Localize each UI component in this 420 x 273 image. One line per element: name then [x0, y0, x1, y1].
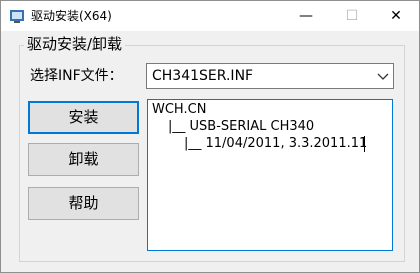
inf-file-dropdown[interactable]: CH341SER.INF [146, 63, 394, 89]
minimize-button[interactable]: — [283, 1, 329, 31]
title-bar[interactable]: 驱动安装(X64) — ☐ ✕ [1, 1, 419, 31]
close-button[interactable]: ✕ [373, 1, 419, 31]
help-button[interactable]: 帮助 [28, 187, 139, 220]
group-legend: 驱动安装/卸载 [24, 34, 126, 54]
window-title: 驱动安装(X64) [31, 9, 112, 23]
chevron-down-icon[interactable] [376, 68, 390, 84]
text-caret [364, 136, 365, 152]
info-vendor: WCH.CN [152, 102, 207, 117]
maximize-button[interactable]: ☐ [329, 1, 375, 31]
install-button[interactable]: 安装 [28, 101, 139, 134]
driver-info-textbox[interactable]: WCH.CN |__ USB-SERIAL CH340 |__ 11/04/20… [147, 99, 393, 251]
info-device: |__ USB-SERIAL CH340 [168, 119, 315, 134]
uninstall-button[interactable]: 卸载 [28, 143, 139, 176]
inf-file-label: 选择INF文件： [30, 68, 123, 84]
app-icon [9, 8, 25, 24]
info-version: |__ 11/04/2011, 3.3.2011.11 [184, 136, 368, 151]
inf-file-value: CH341SER.INF [152, 68, 254, 84]
